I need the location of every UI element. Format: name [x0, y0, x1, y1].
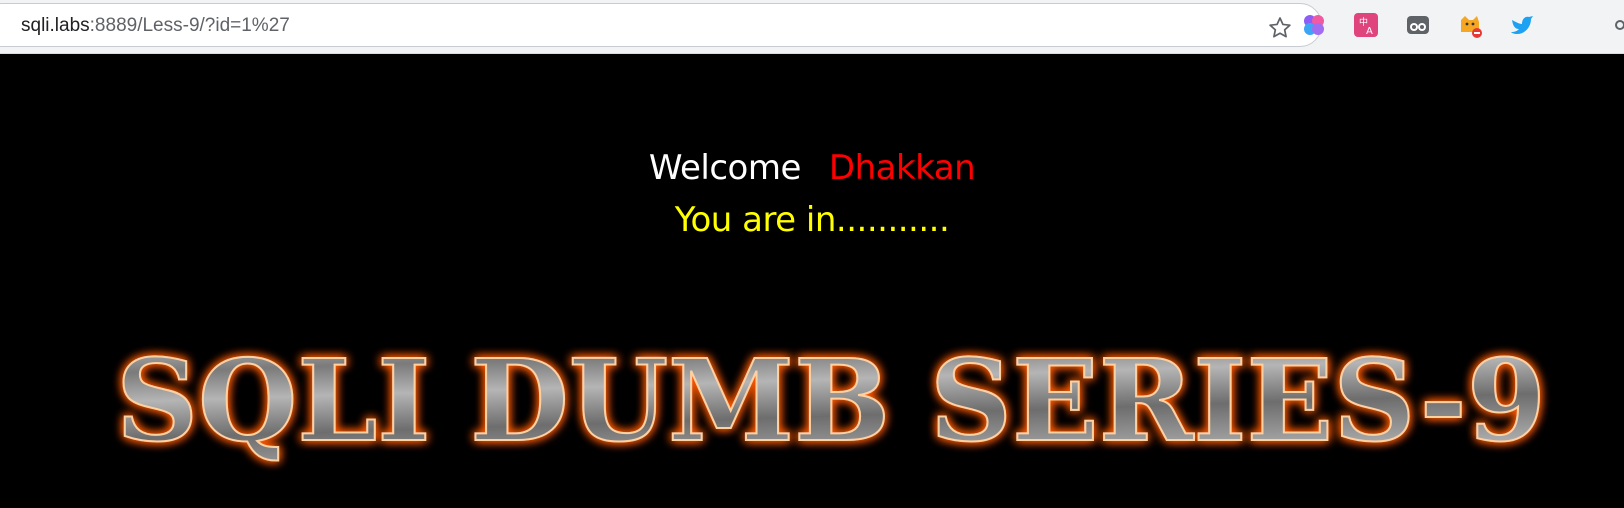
cat-blocked-extension-icon[interactable]	[1457, 12, 1483, 38]
address-bar[interactable]: sqli.labs:8889/Less-9/?id=1%27	[0, 3, 1322, 47]
bird-extension-icon[interactable]	[1509, 12, 1535, 38]
status-message: You are in...........	[674, 200, 950, 240]
translate-extension-icon[interactable]: 中 A	[1353, 12, 1379, 38]
url-path: :8889/Less-9/?id=1%27	[89, 15, 290, 36]
ghost-extension-icon[interactable]	[1405, 12, 1431, 38]
bookmark-star-icon[interactable]	[1267, 15, 1293, 41]
url-text[interactable]: sqli.labs:8889/Less-9/?id=1%27	[21, 15, 290, 37]
svg-text:A: A	[1366, 26, 1373, 37]
banner-text: SQLI DUMB SERIES-9	[116, 336, 1546, 467]
browser-toolbar: sqli.labs:8889/Less-9/?id=1%27 中 A	[0, 0, 1624, 54]
user-name: Dhakkan	[828, 148, 976, 188]
url-host: sqli.labs	[21, 15, 90, 36]
welcome-label: Welcome	[648, 148, 802, 188]
extension-overflow-icon[interactable]	[1610, 12, 1624, 38]
welcome-line: Welcome Dhakkan	[0, 148, 1624, 188]
brain-extension-icon[interactable]	[1301, 12, 1327, 38]
sqli-dumb-series-banner: SQLI DUMB SERIES-9	[115, 335, 1547, 468]
